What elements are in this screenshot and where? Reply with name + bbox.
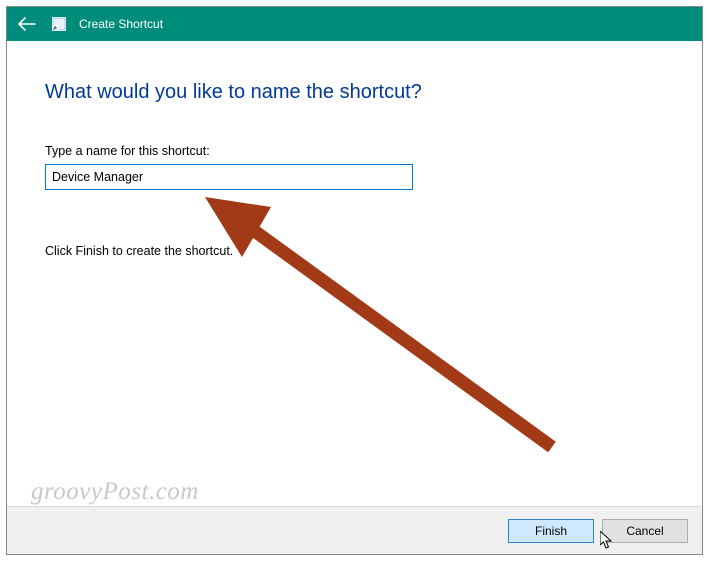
window-title: Create Shortcut	[79, 17, 163, 31]
shortcut-name-input[interactable]	[45, 164, 413, 190]
cancel-button[interactable]: Cancel	[602, 519, 688, 543]
titlebar: Create Shortcut	[7, 7, 702, 41]
finish-button[interactable]: Finish	[508, 519, 594, 543]
shortcut-icon	[51, 16, 67, 32]
dialog-window: Create Shortcut What would you like to n…	[6, 6, 703, 555]
instruction-text: Click Finish to create the shortcut.	[45, 244, 664, 258]
input-label: Type a name for this shortcut:	[45, 144, 664, 158]
page-heading: What would you like to name the shortcut…	[45, 81, 664, 104]
back-arrow-icon	[18, 17, 36, 31]
back-button[interactable]	[15, 12, 39, 36]
content-area: What would you like to name the shortcut…	[7, 41, 702, 258]
watermark-text: groovyPost.com	[31, 478, 199, 506]
button-row: Finish Cancel	[7, 506, 702, 554]
